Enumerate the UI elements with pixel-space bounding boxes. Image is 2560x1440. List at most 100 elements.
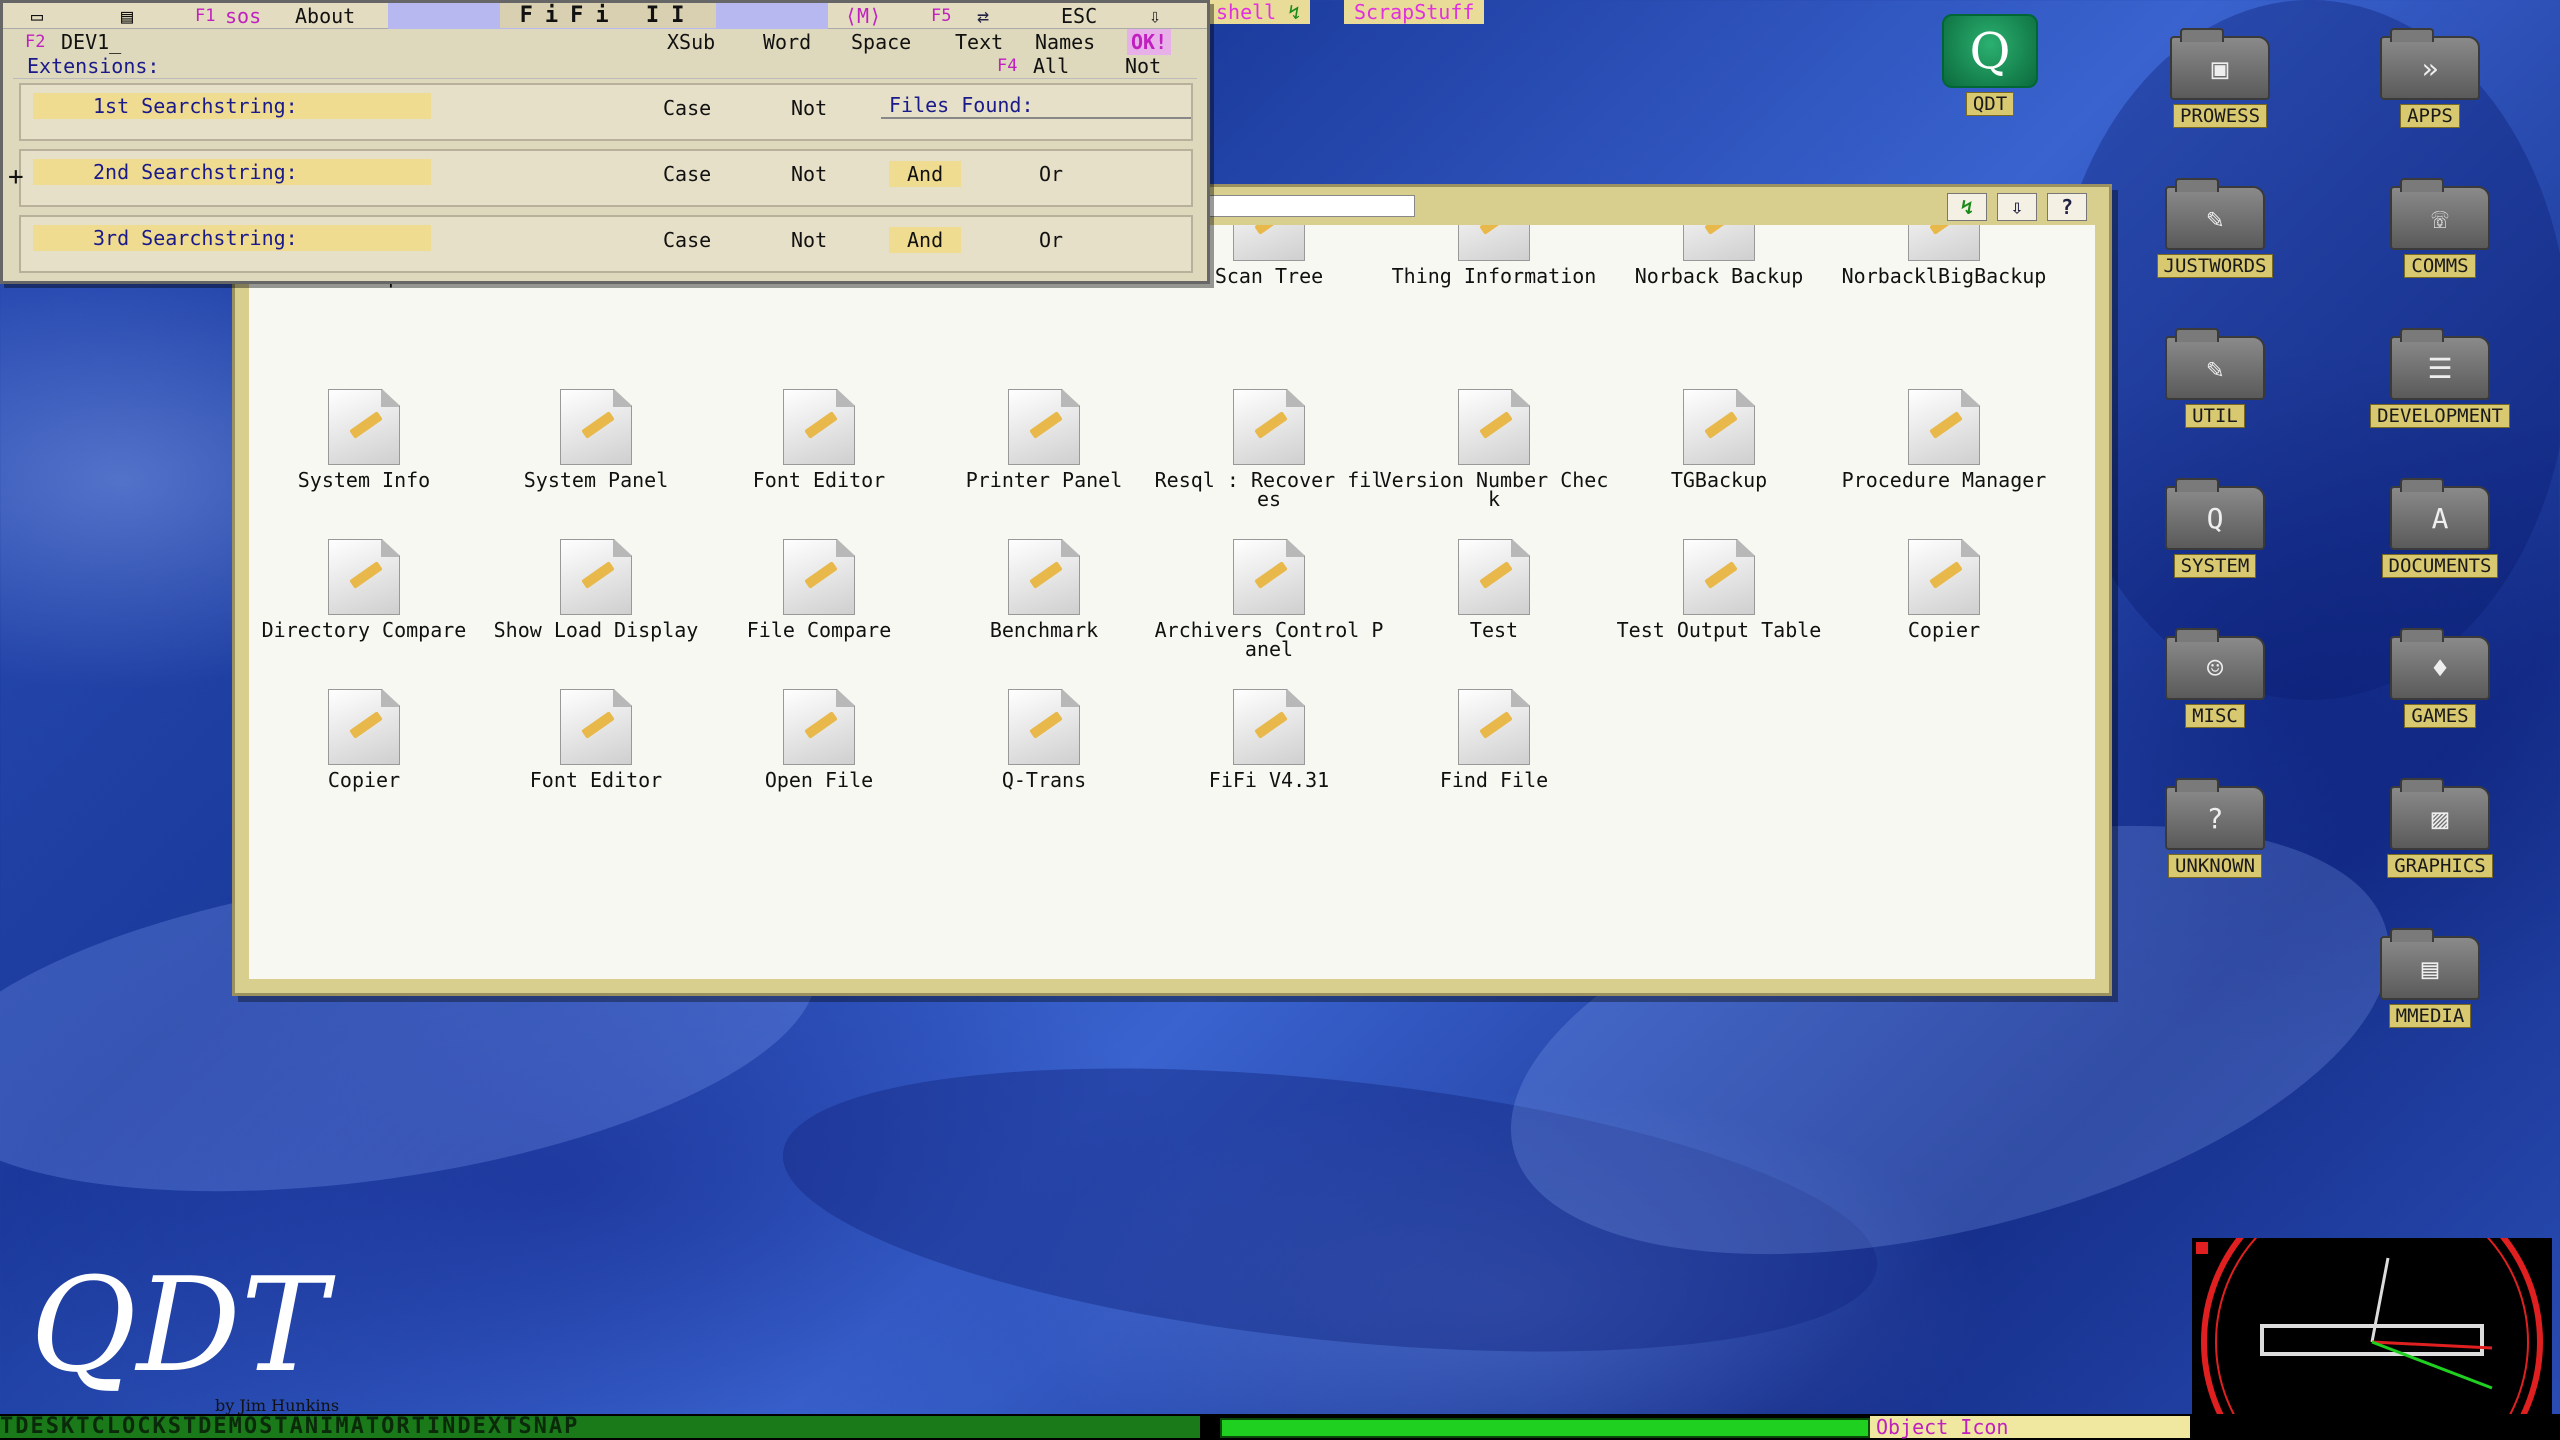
file-item[interactable]: Benchmark	[929, 539, 1159, 689]
and-toggle-3[interactable]: And	[889, 227, 962, 253]
desktop-icon-misc[interactable]: ☺ MISC	[2135, 628, 2295, 740]
desktop-icon-games[interactable]: ♦ GAMES	[2360, 628, 2520, 740]
file-item[interactable]: Find File	[1379, 689, 1609, 839]
file-item[interactable]: System Info	[249, 389, 479, 539]
word-toggle[interactable]: Word	[763, 29, 811, 55]
case-toggle-3[interactable]: Case	[663, 227, 711, 253]
or-toggle-2[interactable]: Or	[1039, 161, 1063, 187]
file-item-label: System Panel	[523, 468, 669, 492]
file-item[interactable]: Show Load Display	[481, 539, 711, 689]
file-item[interactable]: Procedure Manager	[1829, 389, 2059, 539]
folder-icon: A	[2390, 478, 2490, 550]
task-list[interactable]: TDESKTCLOCKSTDEMOSTANIMATORTINDEXTSNAP	[0, 1416, 1200, 1438]
folder-icon: ▣	[2170, 28, 2270, 100]
file-item[interactable]: Norback Backup	[1604, 225, 1834, 335]
move-icon[interactable]: ⇩	[1149, 3, 1161, 29]
run-button[interactable]: ↯	[1947, 193, 1987, 221]
file-item[interactable]: Q-Trans	[929, 689, 1159, 839]
desktop-icon-label: MMEDIA	[2388, 1004, 2472, 1028]
file-item[interactable]: Test	[1379, 539, 1609, 689]
file-item[interactable]: Resql : Recover files	[1154, 389, 1384, 539]
scrapstuff-tab[interactable]: ScrapStuff	[1344, 0, 1485, 24]
clock-face-icon	[2196, 1238, 2543, 1414]
program-file-icon	[1233, 689, 1305, 765]
not-toggle-1[interactable]: Not	[791, 95, 827, 121]
file-item-label: Font Editor	[752, 468, 886, 492]
ok-button[interactable]: OK!	[1127, 29, 1172, 55]
program-file-icon	[328, 389, 400, 465]
scroll-down-button[interactable]: ⇩	[1997, 193, 2037, 221]
searchstring-2-field[interactable]: 2nd Searchstring:	[33, 159, 431, 185]
text-toggle[interactable]: Text	[955, 29, 1003, 55]
desktop-icon-development[interactable]: ☰ DEVELOPMENT	[2360, 328, 2520, 440]
swap-icon[interactable]: ⇄	[977, 3, 989, 29]
xsub-toggle[interactable]: XSub	[667, 29, 715, 55]
window-icon[interactable]: ▭	[31, 3, 43, 29]
file-item[interactable]: TGBackup	[1604, 389, 1834, 539]
file-item-label: Test	[1469, 618, 1519, 642]
file-item[interactable]: NorbacklBigBackup	[1829, 225, 2059, 335]
fifi-dialog: ▭ ▤ F1 sos About FiFi II ⟨M⟩ F5 ⇄ ESC ⇩ …	[0, 0, 1210, 284]
ext-all-toggle[interactable]: All	[1033, 53, 1069, 79]
file-item[interactable]: Copier	[249, 689, 479, 839]
file-item[interactable]: Font Editor	[481, 689, 711, 839]
file-item-label: TGBackup	[1670, 468, 1768, 492]
desktop-icon-documents[interactable]: A DOCUMENTS	[2360, 478, 2520, 590]
folder-icon[interactable]: ▤	[121, 3, 133, 29]
desktop-icon-mmedia[interactable]: ▤ MMEDIA	[2350, 928, 2510, 1040]
file-item[interactable]: File Compare	[704, 539, 934, 689]
program-file-icon	[1008, 389, 1080, 465]
desktop-icon-label: APPS	[2400, 104, 2460, 128]
file-item[interactable]: FiFi V4.31	[1154, 689, 1384, 839]
names-toggle[interactable]: Names	[1035, 29, 1095, 55]
file-item-label: Copier	[1907, 618, 1981, 642]
folder-icon: ♦	[2390, 628, 2490, 700]
sos-button[interactable]: sos	[225, 3, 261, 29]
or-toggle-3[interactable]: Or	[1039, 227, 1063, 253]
esc-button[interactable]: ESC	[1061, 3, 1097, 29]
and-toggle-2[interactable]: And	[889, 161, 962, 187]
program-file-icon	[560, 689, 632, 765]
about-button[interactable]: About	[295, 3, 355, 29]
desktop-icon-apps[interactable]: » APPS	[2350, 28, 2510, 140]
file-item[interactable]: Open File	[704, 689, 934, 839]
file-item[interactable]: Archivers Control Panel	[1154, 539, 1384, 689]
extensions-field[interactable]: Extensions:	[27, 53, 159, 79]
file-item[interactable]: Font Editor	[704, 389, 934, 539]
file-item[interactable]: Directory Compare	[249, 539, 479, 689]
help-button[interactable]: ?	[2047, 193, 2087, 221]
file-item[interactable]: Version Number Check	[1379, 389, 1609, 539]
file-item-label: File Compare	[746, 618, 892, 642]
case-toggle-1[interactable]: Case	[663, 95, 711, 121]
file-item[interactable]: System Panel	[481, 389, 711, 539]
desktop-icon-unknown[interactable]: ? UNKNOWN	[2135, 778, 2295, 890]
desktop-icon-util[interactable]: ✎ UTIL	[2135, 328, 2295, 440]
desktop-icon-comms[interactable]: ☏ COMMS	[2360, 178, 2520, 290]
device-field[interactable]: DEV1_	[61, 29, 121, 55]
file-item[interactable]: Copier	[1829, 539, 2059, 689]
program-file-icon	[1908, 389, 1980, 465]
search-panel-3: 3rd Searchstring: Case Not And Or	[19, 215, 1193, 273]
file-item-label: FiFi V4.31	[1208, 768, 1330, 792]
searchstring-3-field[interactable]: 3rd Searchstring:	[33, 225, 431, 251]
file-item[interactable]: Printer Panel	[929, 389, 1159, 539]
search-panel-1: 1st Searchstring: Case Not Files Found:	[19, 83, 1193, 141]
file-window: ↯ ⇩ ? BackupFile EditorDisk MonitorDisk …	[232, 184, 2112, 996]
case-toggle-2[interactable]: Case	[663, 161, 711, 187]
file-grid: BackupFile EditorDisk MonitorDisk Editor…	[249, 225, 2095, 979]
file-item[interactable]: Test Output Table	[1604, 539, 1834, 689]
desktop-icon-justwords[interactable]: ✎ JUSTWORDS	[2135, 178, 2295, 290]
shell-tab[interactable]: shell ↯	[1206, 0, 1311, 24]
desktop-icon-graphics[interactable]: ▨ GRAPHICS	[2360, 778, 2520, 890]
ext-not-toggle[interactable]: Not	[1125, 53, 1161, 79]
desktop-icon-prowess[interactable]: ▣ PROWESS	[2140, 28, 2300, 140]
file-item[interactable]: Thing Information	[1379, 225, 1609, 335]
macro-button[interactable]: ⟨M⟩	[845, 3, 881, 29]
searchstring-1-field[interactable]: 1st Searchstring:	[33, 93, 431, 119]
not-toggle-2[interactable]: Not	[791, 161, 827, 187]
not-toggle-3[interactable]: Not	[791, 227, 827, 253]
space-toggle[interactable]: Space	[851, 29, 911, 55]
desktop-icon-system[interactable]: Q SYSTEM	[2135, 478, 2295, 590]
desktop-icon-qdt[interactable]: Q QDT	[1910, 14, 2070, 124]
program-file-icon	[560, 389, 632, 465]
